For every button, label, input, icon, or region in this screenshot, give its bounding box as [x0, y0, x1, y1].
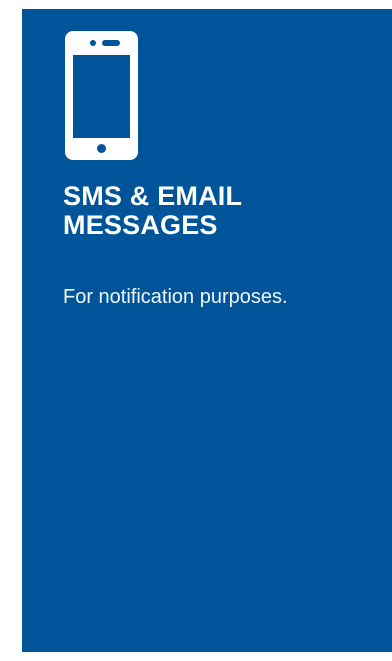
- feature-card: SMS & EMAIL MESSAGES For notification pu…: [22, 9, 392, 652]
- card-title: SMS & EMAIL MESSAGES: [63, 181, 243, 240]
- mobile-phone-icon: [65, 31, 138, 160]
- card-description: For notification purposes.: [63, 286, 288, 308]
